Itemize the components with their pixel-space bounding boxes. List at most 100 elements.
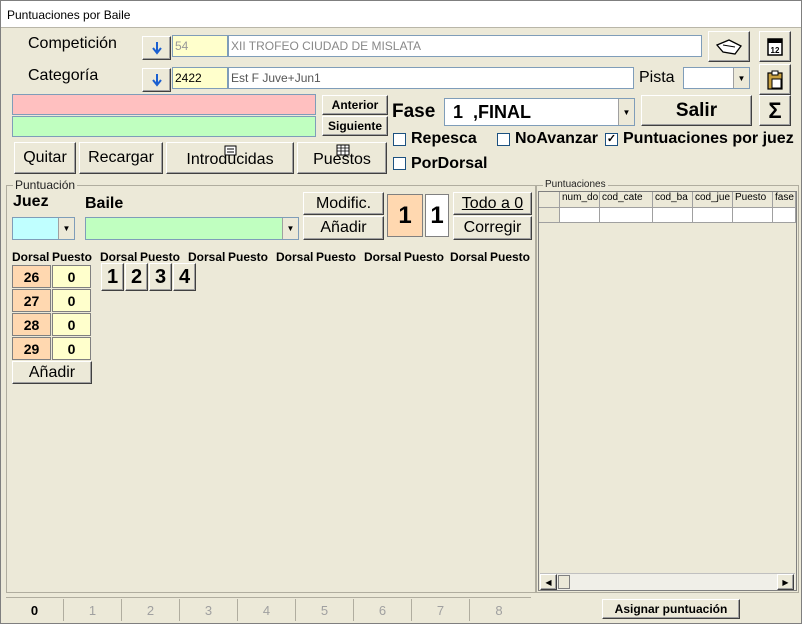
fase-select[interactable]: 1 ,FINAL ▼ (444, 98, 635, 126)
place-button-4[interactable]: 4 (173, 263, 196, 291)
puntuaciones-por-juez-checkbox[interactable]: ✓ (605, 133, 618, 146)
clipboard-button[interactable] (759, 64, 791, 95)
col-header-puesto: Puesto (490, 250, 531, 264)
tab-0[interactable]: 0 (6, 599, 64, 621)
anadir-bottom-button[interactable]: Añadir (12, 361, 92, 384)
col-header-dorsal: Dorsal (364, 250, 402, 264)
noavanzar-checkbox[interactable] (497, 133, 510, 146)
tab-5[interactable]: 5 (296, 599, 354, 621)
grid-col-header[interactable]: Puesto (733, 192, 773, 208)
chevron-down-icon: ▼ (282, 218, 298, 239)
row-puesto-cell[interactable]: 0 (52, 289, 91, 312)
place-button-2[interactable]: 2 (125, 263, 148, 291)
puntuaciones-grid[interactable]: num_do cod_cate cod_ba cod_jue Puesto fa… (538, 191, 797, 591)
categoria-name-field[interactable]: Est F Juve+Jun1 (228, 67, 634, 89)
puntuaciones-group-label: Puntuaciones (543, 179, 608, 190)
quitar-button[interactable]: Quitar (14, 142, 76, 174)
hand-card-button[interactable] (708, 31, 750, 62)
current-dorsal-display: 1 (387, 194, 423, 237)
row-dorsal-cell[interactable]: 26 (12, 265, 51, 288)
baile-select[interactable]: ▼ (85, 217, 299, 240)
svg-text:12: 12 (771, 46, 780, 55)
grid-col-header[interactable]: cod_ba (653, 192, 693, 208)
competicion-select-button[interactable] (142, 36, 171, 60)
grid-col-header[interactable]: cod_cate (600, 192, 653, 208)
row-puesto-cell[interactable]: 0 (52, 337, 91, 360)
col-header-puesto: Puesto (140, 250, 181, 264)
categoria-code-field[interactable]: 2422 (172, 67, 228, 89)
title-bar: Puntuaciones por Baile (1, 1, 801, 28)
place-button-3[interactable]: 3 (149, 263, 172, 291)
tab-8[interactable]: 8 (470, 599, 528, 621)
juez-select[interactable]: ▼ (12, 217, 75, 240)
grid-horizontal-scrollbar[interactable]: ◀ ▶ (540, 573, 795, 590)
noavanzar-label: NoAvanzar (515, 130, 598, 147)
clipboard-icon (767, 70, 783, 90)
row-dorsal-cell[interactable]: 27 (12, 289, 51, 312)
puntuacion-group-label: Puntuación (13, 178, 78, 192)
competicion-name-field[interactable]: XII TROFEO CIUDAD DE MISLATA (228, 35, 702, 57)
grid-cell[interactable] (653, 208, 693, 223)
sigma-button[interactable]: Σ (759, 95, 791, 126)
grid-cell[interactable] (773, 208, 796, 223)
tab-6[interactable]: 6 (354, 599, 412, 621)
tab-1[interactable]: 1 (64, 599, 122, 621)
pordorsal-checkbox[interactable] (393, 157, 406, 170)
tab-4[interactable]: 4 (238, 599, 296, 621)
tab-strip-divider (6, 597, 531, 598)
grid-col-header[interactable]: num_do (560, 192, 600, 208)
row-dorsal-cell[interactable]: 29 (12, 337, 51, 360)
col-header-dorsal: Dorsal (450, 250, 488, 264)
app-window: Puntuaciones por Baile Competición 54 XI… (0, 0, 802, 624)
grid-row-selector[interactable] (539, 208, 560, 223)
grid-col-header[interactable]: cod_jue (693, 192, 733, 208)
grid-cell[interactable] (733, 208, 773, 223)
anterior-button[interactable]: Anterior (322, 95, 388, 115)
calendar-button[interactable]: 12 (759, 31, 791, 62)
col-header-puesto: Puesto (404, 250, 445, 264)
calendar-icon: 12 (767, 37, 783, 56)
place-button-1[interactable]: 1 (101, 263, 124, 291)
arrow-down-icon (151, 74, 162, 87)
pista-label: Pista (639, 69, 675, 86)
tab-3[interactable]: 3 (180, 599, 238, 621)
tab-2[interactable]: 2 (122, 599, 180, 621)
competicion-code-field[interactable]: 54 (172, 35, 228, 57)
puestos-button[interactable]: Puestos (297, 142, 387, 174)
row-puesto-cell[interactable]: 0 (52, 313, 91, 336)
arrow-down-icon (151, 42, 162, 55)
puntuacion-group: Puntuación (6, 178, 536, 593)
grid-cell[interactable] (560, 208, 600, 223)
grid-col-header[interactable]: fase (773, 192, 796, 208)
puntuaciones-por-juez-label: Puntuaciones por juez (623, 130, 794, 147)
fase-label: Fase (392, 101, 436, 122)
recargar-button[interactable]: Recargar (79, 142, 163, 174)
grid-corner (539, 192, 560, 208)
pista-select[interactable]: ▼ (683, 67, 750, 89)
scroll-thumb[interactable] (558, 575, 570, 589)
repesca-checkbox[interactable] (393, 133, 406, 146)
row-dorsal-cell[interactable]: 28 (12, 313, 51, 336)
pink-status-bar (12, 94, 316, 115)
asignar-puntuacion-button[interactable]: Asignar puntuación (602, 599, 740, 619)
salir-button[interactable]: Salir (641, 95, 752, 126)
check-icon: ✓ (606, 133, 617, 145)
introducidas-button[interactable]: Introducidas (166, 142, 294, 174)
grid-icon (336, 144, 350, 156)
col-header-puesto: Puesto (52, 250, 93, 264)
col-header-dorsal: Dorsal (12, 250, 50, 264)
grid-cell[interactable] (600, 208, 653, 223)
scroll-left-icon[interactable]: ◀ (540, 574, 557, 590)
scroll-right-icon[interactable]: ▶ (777, 574, 794, 590)
todo-a-0-button[interactable]: Todo a 0 (453, 192, 532, 215)
grid-cell[interactable] (693, 208, 733, 223)
pordorsal-label: PorDorsal (411, 155, 488, 172)
anadir-top-button[interactable]: Añadir (303, 216, 384, 240)
tab-7[interactable]: 7 (412, 599, 470, 621)
corregir-button[interactable]: Corregir (453, 216, 532, 240)
siguiente-button[interactable]: Siguiente (322, 116, 388, 136)
hand-card-icon (715, 38, 742, 55)
categoria-select-button[interactable] (142, 68, 171, 92)
modific-button[interactable]: Modific. (303, 192, 384, 215)
row-puesto-cell[interactable]: 0 (52, 265, 91, 288)
